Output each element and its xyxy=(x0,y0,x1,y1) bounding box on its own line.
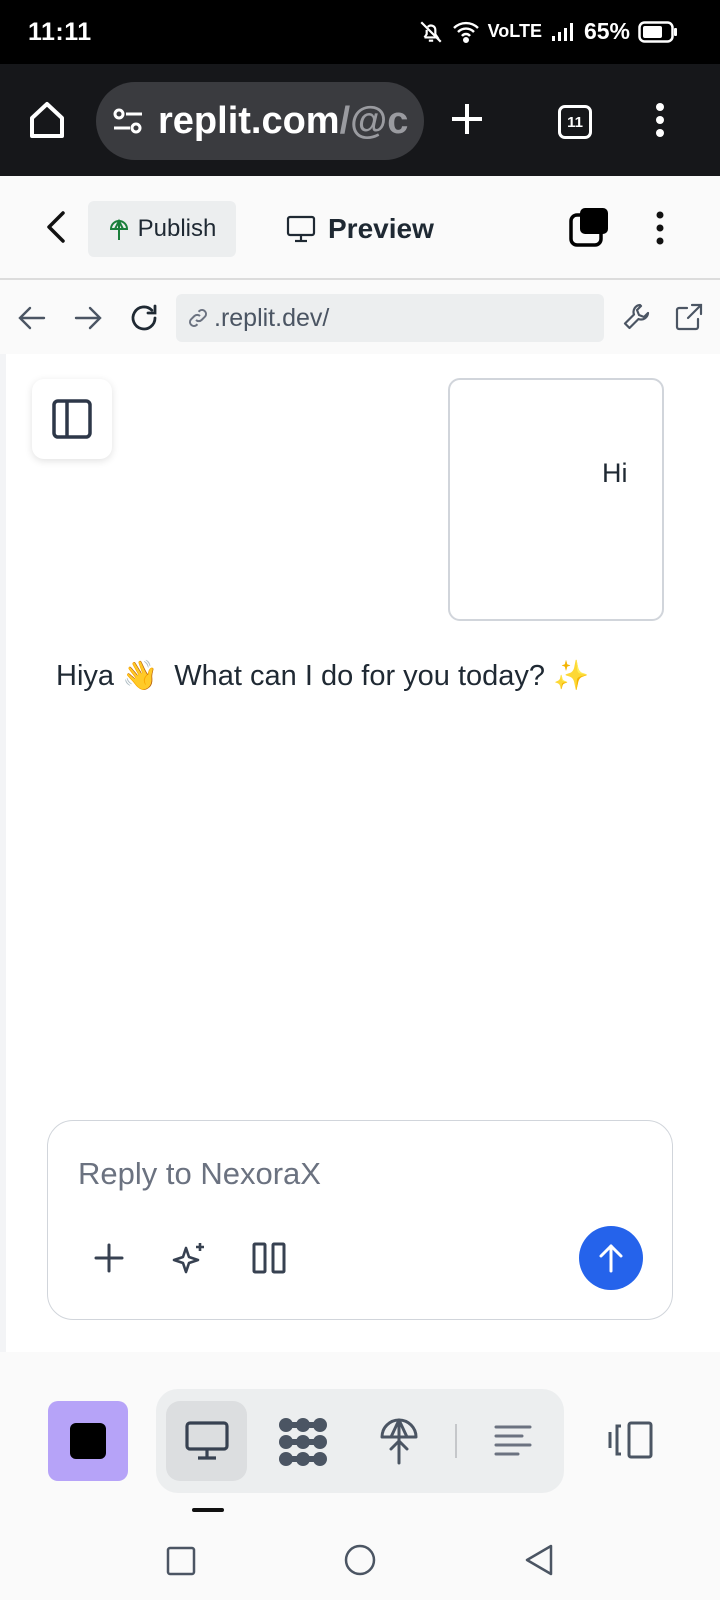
arrow-left-icon[interactable] xyxy=(18,305,46,331)
workflow-icon[interactable] xyxy=(277,1416,329,1468)
battery-icon xyxy=(638,20,678,43)
external-link-icon[interactable] xyxy=(674,302,704,332)
sidebar-toggle-button[interactable] xyxy=(32,379,112,459)
url-domain: replit.com xyxy=(158,99,340,142)
assistant-message-text: Hiya 👋 What can I do for you today? ✨ xyxy=(56,660,590,692)
signal-icon xyxy=(550,21,576,43)
send-arrow-icon xyxy=(597,1243,625,1273)
tab-preview[interactable] xyxy=(166,1401,247,1481)
tab-divider xyxy=(455,1424,457,1458)
back-triangle-icon[interactable] xyxy=(524,1544,554,1576)
plus-icon[interactable] xyxy=(94,1243,124,1273)
publish-label: Publish xyxy=(137,215,217,242)
chat-composer xyxy=(47,1120,673,1320)
battery-percent: 65% xyxy=(583,18,630,44)
preview-tab[interactable]: Preview xyxy=(286,203,434,255)
status-indicators: VoLTE 65% xyxy=(418,18,678,45)
columns-icon[interactable] xyxy=(252,1241,286,1275)
stop-icon xyxy=(70,1423,106,1459)
preview-label: Preview xyxy=(328,213,434,244)
user-message-text: Hi xyxy=(602,458,628,488)
browser-url-bar[interactable]: replit.com/@c xyxy=(96,82,424,160)
back-chevron-icon[interactable] xyxy=(44,210,68,244)
browser-menu-icon[interactable] xyxy=(654,102,666,138)
send-button[interactable] xyxy=(579,1226,643,1290)
tab-switcher-button[interactable]: 11 xyxy=(558,105,592,139)
desktop-icon xyxy=(184,1420,230,1462)
preview-url-field[interactable]: .replit.dev/ xyxy=(176,294,604,342)
layout-icon[interactable] xyxy=(607,1420,655,1460)
sidebar-panel-icon xyxy=(51,398,93,440)
user-message-bubble xyxy=(448,378,664,621)
status-time: 11:11 xyxy=(28,18,92,46)
console-icon[interactable] xyxy=(494,1424,532,1458)
home-icon[interactable] xyxy=(28,100,66,140)
publish-button[interactable]: Publish xyxy=(88,201,236,257)
workspace-menu-icon[interactable] xyxy=(654,210,666,246)
preview-url-text: .replit.dev/ xyxy=(214,303,330,332)
wifi-icon xyxy=(452,20,480,44)
arrow-right-icon[interactable] xyxy=(74,305,102,331)
monitor-icon xyxy=(286,215,316,243)
reply-input[interactable] xyxy=(78,1154,598,1194)
active-tab-indicator xyxy=(192,1508,224,1512)
mute-icon xyxy=(418,19,444,45)
reload-icon[interactable] xyxy=(128,302,160,334)
home-circle-icon[interactable] xyxy=(344,1544,376,1576)
url-path: /@c xyxy=(339,99,409,142)
deploy-icon[interactable] xyxy=(379,1417,419,1465)
windows-stack-icon[interactable] xyxy=(568,206,610,248)
browser-url-text: replit.com/@c xyxy=(158,100,408,143)
site-settings-icon[interactable] xyxy=(112,106,144,136)
link-icon xyxy=(186,306,210,330)
publish-icon xyxy=(108,217,130,241)
network-type: VoLTE xyxy=(487,21,542,41)
sparkle-icon[interactable] xyxy=(172,1240,208,1276)
recents-icon[interactable] xyxy=(166,1546,196,1576)
wrench-icon[interactable] xyxy=(622,302,652,332)
new-tab-icon[interactable] xyxy=(450,102,484,136)
stop-button[interactable] xyxy=(48,1401,128,1481)
